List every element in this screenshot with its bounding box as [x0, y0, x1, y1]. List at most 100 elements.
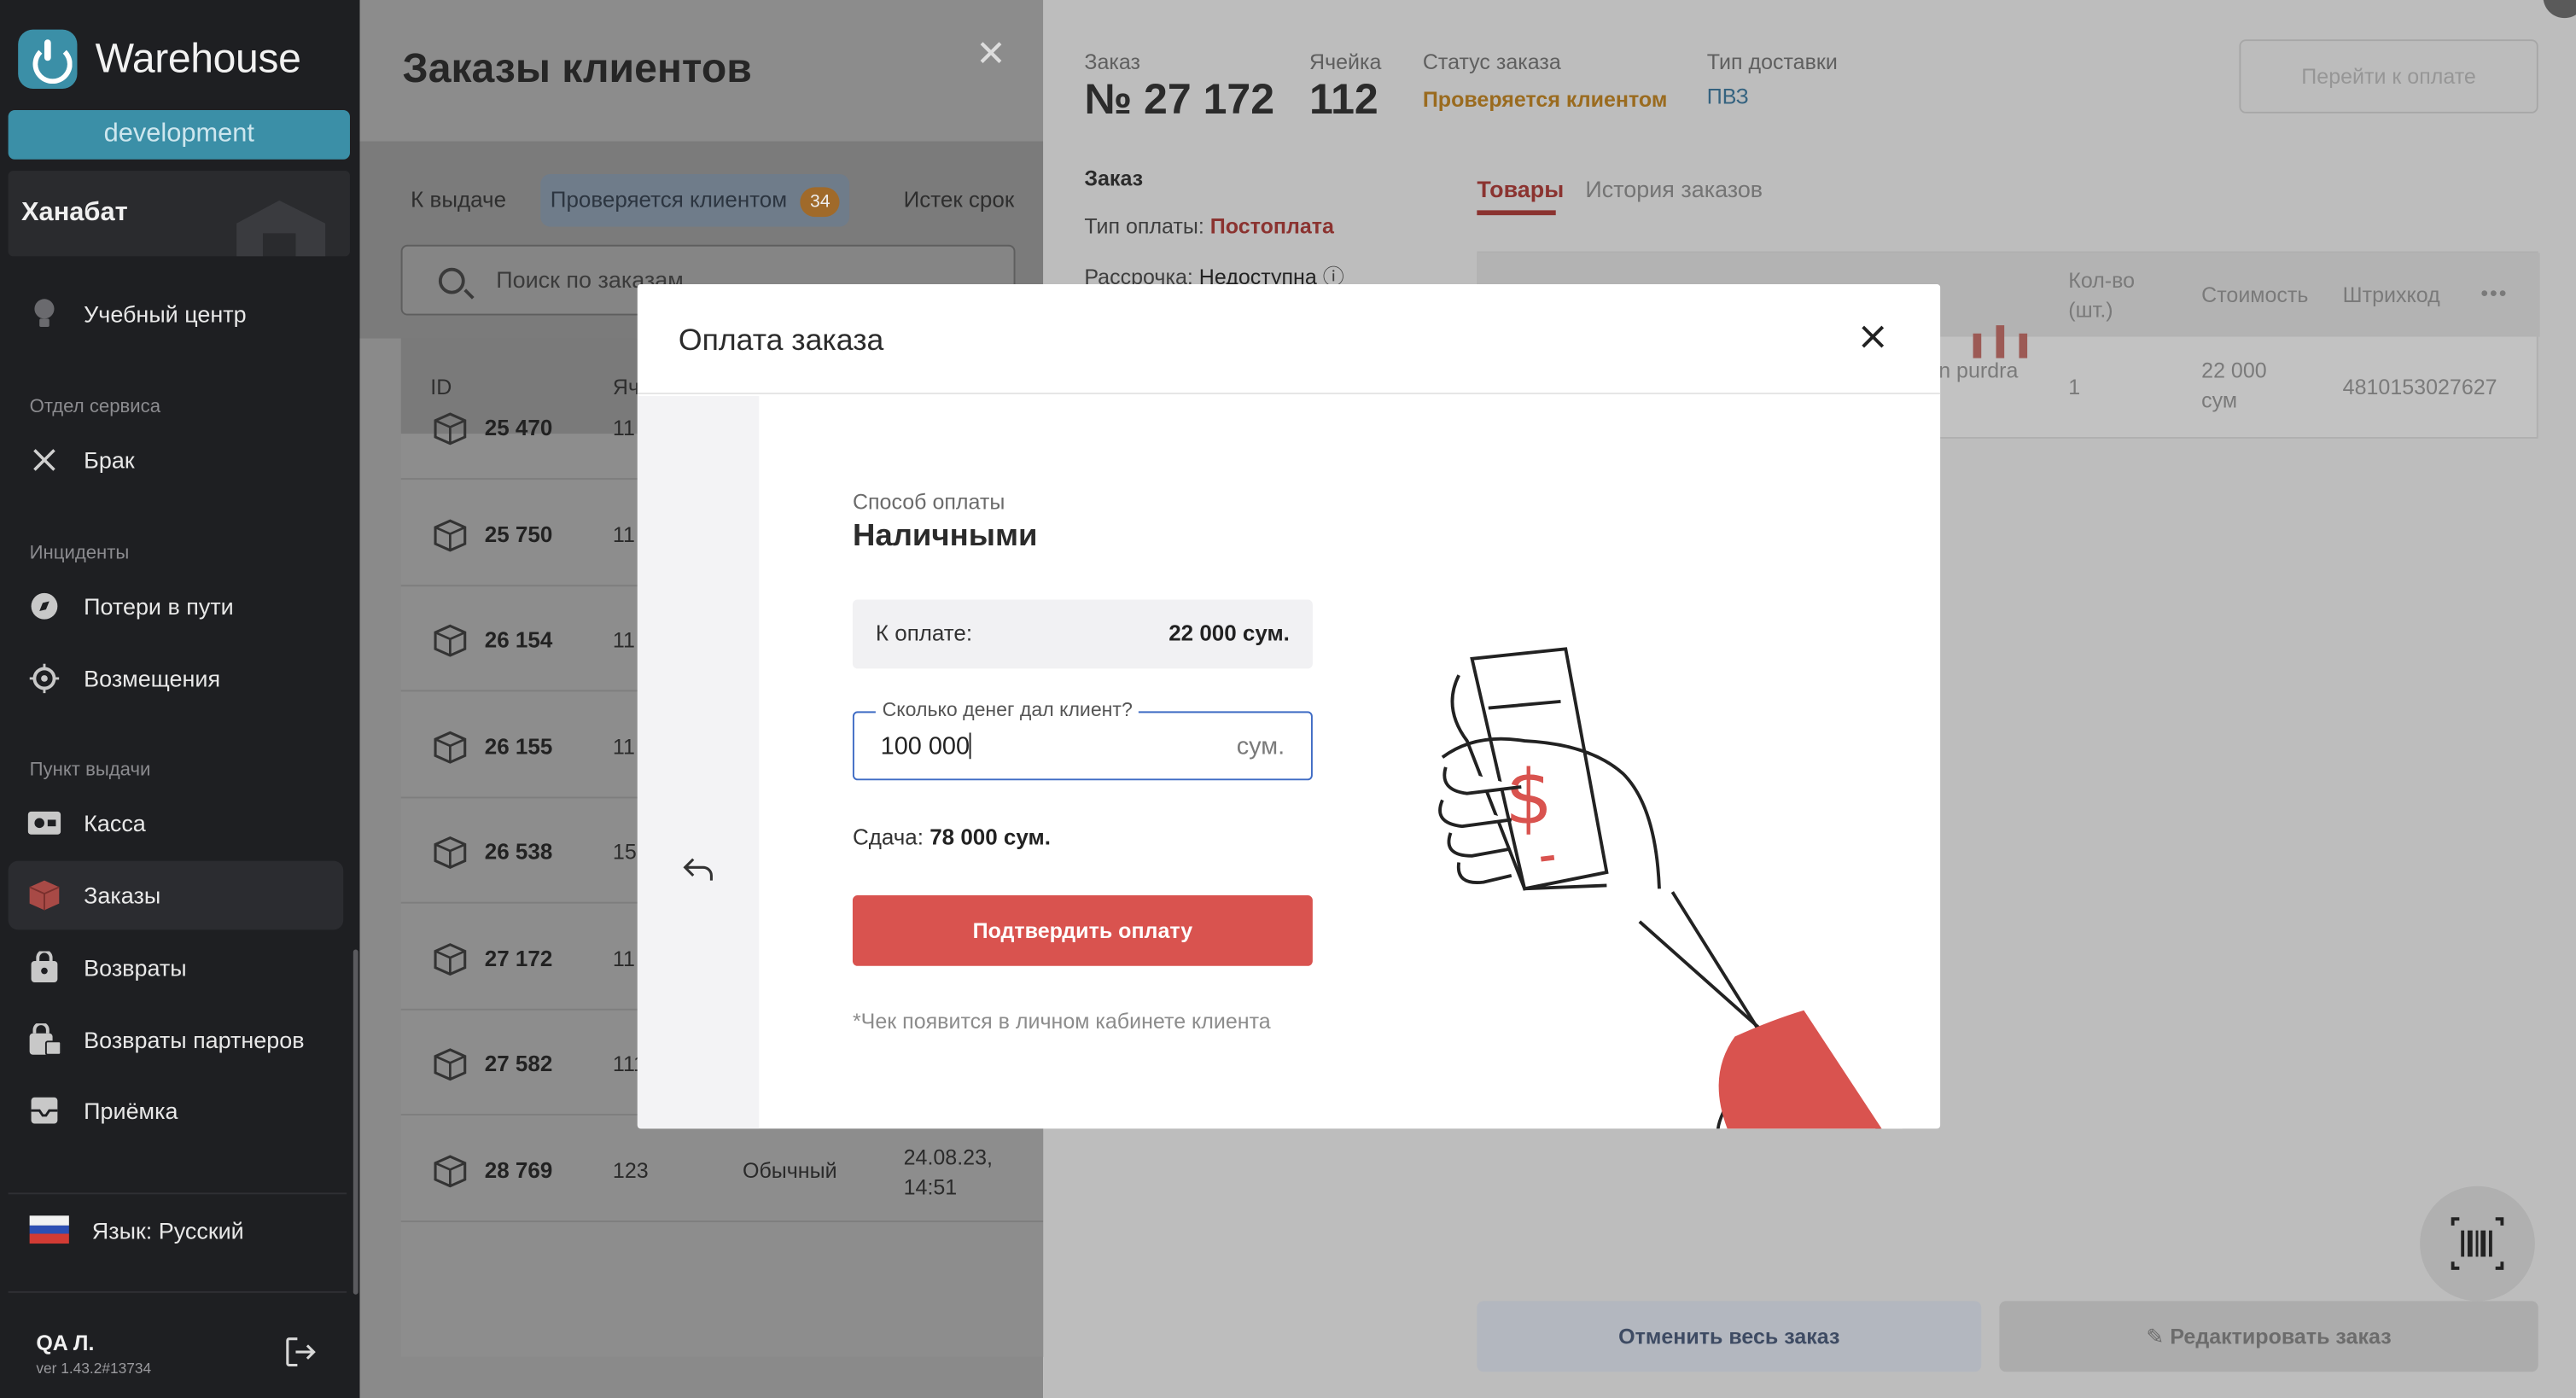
target-icon — [28, 662, 61, 695]
delivery-value[interactable]: ПВЗ — [1707, 84, 1749, 108]
modal-back-column — [637, 395, 760, 1129]
hand-with-receipt-illustration: $ — [1438, 647, 1903, 1129]
package-icon — [434, 836, 467, 869]
tab-label: Проверяется клиентом — [550, 187, 788, 213]
edit-order-button[interactable]: ✎ Редактировать заказ — [1999, 1301, 2538, 1372]
section-pickup-point: Пункт выдачи — [29, 760, 151, 781]
package-icon — [434, 730, 467, 763]
table-row[interactable]: 28 769 123 Обычный 24.08.23, 14:51 — [400, 1116, 1075, 1222]
cash-register-icon — [27, 807, 61, 839]
order-id: 25 750 — [484, 521, 553, 546]
partner-bag-icon — [28, 1023, 61, 1056]
tab-to-issue[interactable]: К выдаче — [401, 174, 516, 227]
more-dots-icon[interactable]: ••• — [2480, 281, 2508, 306]
package-icon — [434, 942, 467, 976]
sidebar-item-label: Возмещения — [84, 665, 221, 692]
lightbulb-icon — [28, 297, 61, 329]
tab-products[interactable]: Товары — [1477, 176, 1564, 202]
brand[interactable]: Warehouse — [18, 29, 301, 89]
close-icon[interactable] — [1855, 318, 1891, 354]
order-id: 26 538 — [484, 839, 553, 865]
sidebar: Warehouse development Ханабат Учебный це… — [0, 0, 360, 1398]
user-name: QA Л. — [36, 1331, 95, 1355]
image-placeholder — [1996, 325, 2005, 358]
column-price: Стоимость — [2201, 283, 2309, 307]
sidebar-item-lost-transit[interactable]: Потери в пути — [9, 572, 344, 641]
sidebar-item-label: Учебный центр — [84, 300, 247, 328]
logout-icon[interactable] — [283, 1334, 318, 1370]
order-id: 27 582 — [484, 1051, 553, 1076]
store-building-icon — [236, 200, 326, 257]
tab-order-history[interactable]: История заказов — [1585, 176, 1763, 202]
cash-given-label: Сколько денег дал клиент? — [875, 698, 1139, 721]
modal-title: Оплата заказа — [678, 322, 884, 357]
cancel-button-label: Отменить весь заказ — [1618, 1324, 1840, 1349]
search-icon — [438, 267, 465, 294]
cash-given-input[interactable]: Сколько денег дал клиент? 100 000 сум. — [852, 698, 1313, 781]
russia-flag-icon — [29, 1215, 69, 1244]
column-barcode: Штрихкод — [2342, 283, 2440, 307]
section-service: Отдел сервиса — [29, 397, 161, 417]
text-caret — [970, 732, 971, 760]
payment-method-value: Наличными — [852, 519, 1038, 554]
cash-given-text: 100 000 — [880, 732, 970, 761]
confirm-payment-button[interactable]: Подтвердить оплату — [852, 895, 1313, 966]
warehouse-logo-icon — [18, 29, 78, 89]
package-icon — [434, 518, 467, 551]
settings-icon[interactable] — [2543, 0, 2576, 19]
sidebar-item-label: Возвраты партнеров — [84, 1026, 305, 1053]
pay-button-label: Перейти к оплате — [2301, 64, 2476, 89]
go-to-payment-button[interactable]: Перейти к оплате — [2239, 39, 2538, 114]
cancel-order-button[interactable]: Отменить весь заказ — [1477, 1301, 1982, 1372]
payment-modal: Оплата заказа Способ оплаты Наличными К … — [637, 283, 1941, 1129]
change-value: 78 000 сум. — [930, 824, 1051, 850]
close-icon[interactable]: ✕ — [976, 32, 1005, 75]
sidebar-item-label: Потери в пути — [84, 592, 234, 620]
sidebar-item-label: Брак — [84, 446, 135, 474]
order-cell: 11 — [612, 627, 635, 653]
product-price: 22 000 сум — [2201, 358, 2267, 413]
barcode-scanner-button[interactable] — [2420, 1185, 2535, 1302]
sidebar-item-compensations[interactable]: Возмещения — [9, 644, 344, 714]
bag-icon — [28, 951, 61, 983]
sidebar-item-label: Касса — [84, 809, 146, 836]
sidebar-scrollbar[interactable] — [353, 949, 358, 1295]
language-selector[interactable]: Язык: Русский — [29, 1215, 244, 1244]
tab-expired[interactable]: Истек срок хр — [894, 174, 1043, 264]
cash-given-value: 100 000 — [881, 732, 971, 760]
payment-type-value: Постоплата — [1209, 213, 1334, 239]
amount-due-label: К оплате: — [875, 620, 973, 646]
modal-header: Оплата заказа — [637, 284, 1941, 394]
orders-header: Заказы клиентов ✕ — [359, 0, 1044, 142]
sidebar-item-returns[interactable]: Возвраты — [9, 933, 344, 1002]
sidebar-item-defect[interactable]: Брак — [9, 426, 344, 495]
order-id: 26 155 — [484, 733, 553, 759]
sidebar-item-partner-returns[interactable]: Возвраты партнеров — [9, 1005, 344, 1075]
sidebar-item-receiving[interactable]: Приёмка — [9, 1076, 344, 1145]
sidebar-item-label: Заказы — [84, 882, 161, 909]
sidebar-item-orders[interactable]: Заказы — [8, 860, 344, 930]
svg-text:$: $ — [1505, 753, 1553, 841]
package-icon — [434, 1154, 467, 1187]
sidebar-item-training[interactable]: Учебный центр — [9, 279, 344, 348]
product-qty: 1 — [2068, 374, 2081, 399]
order-id: 28 769 — [484, 1157, 553, 1182]
compass-icon — [28, 590, 61, 622]
tab-checking-by-client[interactable]: Проверяется клиентом 34 — [540, 174, 850, 227]
language-label: Язык: Русский — [91, 1216, 244, 1244]
order-id: 25 470 — [484, 415, 553, 440]
column-qty: Кол-во (шт.) — [2068, 267, 2136, 323]
image-placeholder — [2019, 333, 2028, 358]
receipt-note: *Чек появится в личном кабинете клиента — [852, 1008, 1271, 1034]
close-x-icon — [28, 444, 61, 476]
sidebar-item-cashbox[interactable]: Касса — [9, 789, 344, 858]
sidebar-item-label: Возвраты — [84, 954, 187, 982]
cell-label: Ячейка — [1309, 49, 1382, 74]
payment-method-label: Способ оплаты — [852, 489, 1005, 515]
order-number: № 27 172 — [1084, 73, 1275, 124]
change-label: Сдача: — [852, 824, 924, 850]
back-arrow-icon[interactable] — [680, 854, 716, 884]
payment-type: Тип оплаты: Постоплата — [1084, 213, 1334, 238]
store-selector[interactable]: Ханабат — [8, 171, 350, 257]
order-label: Заказ — [1084, 49, 1140, 74]
